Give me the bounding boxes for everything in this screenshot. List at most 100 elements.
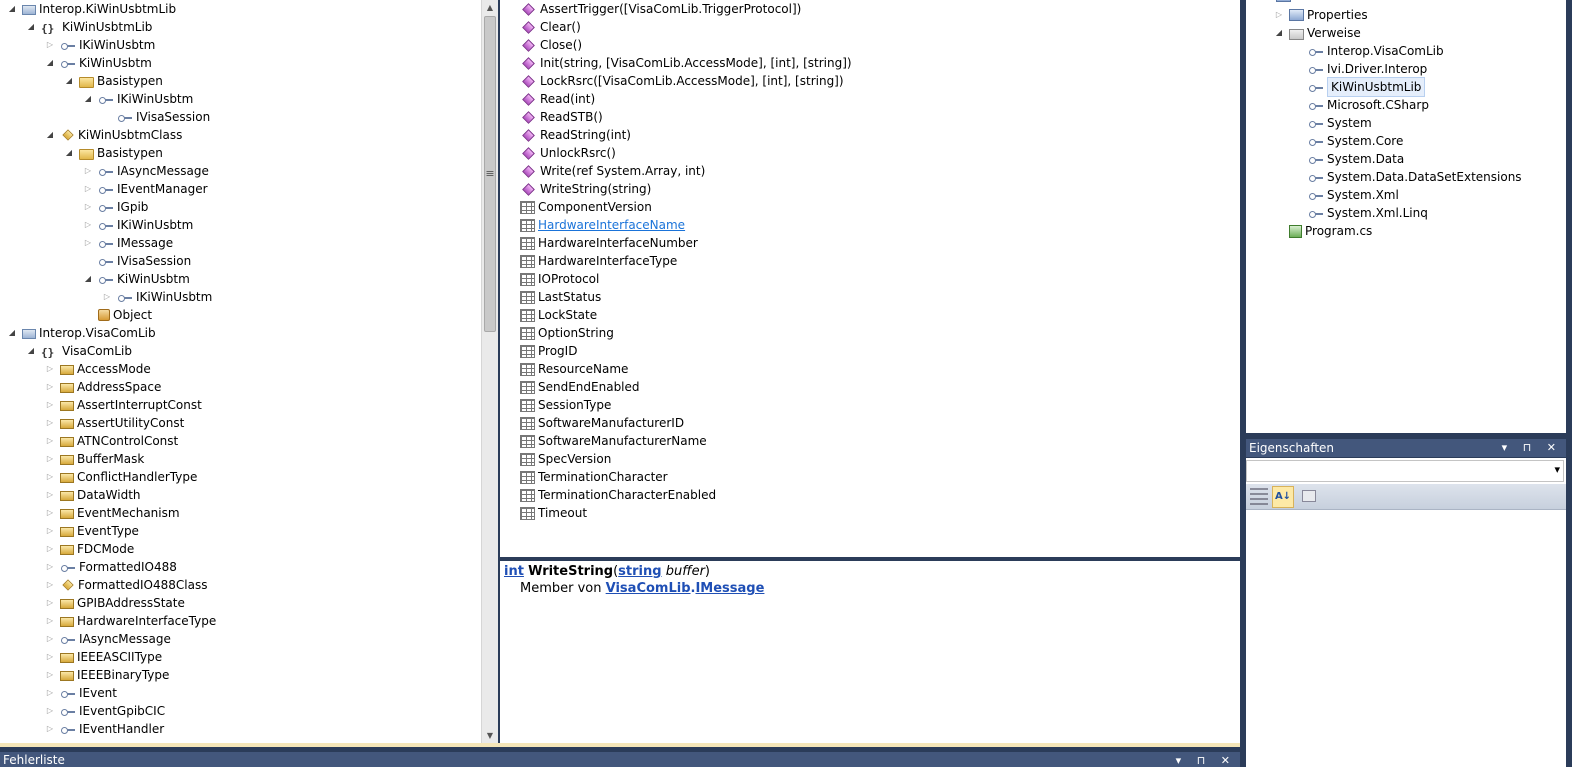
member-method-item[interactable]: ReadString(int) — [520, 126, 631, 144]
collapsed-arrow-icon[interactable]: ▷ — [44, 486, 56, 504]
collapsed-arrow-icon[interactable]: ▷ — [101, 288, 113, 306]
member-method-item[interactable]: WriteString(string) — [520, 180, 651, 198]
tree-item[interactable]: ▷ IKiWinUsbtm — [101, 288, 212, 306]
solution-tree-item[interactable]: System.Data — [1292, 150, 1404, 168]
collapsed-arrow-icon[interactable]: ▷ — [44, 702, 56, 720]
member-property-item[interactable]: TerminationCharacterEnabled — [520, 486, 716, 504]
collapsed-arrow-icon[interactable]: ▷ — [44, 36, 56, 54]
tree-item[interactable]: ▷ IAsyncMessage — [44, 630, 171, 648]
collapsed-arrow-icon[interactable]: ▷ — [44, 540, 56, 558]
member-method-item[interactable]: Close() — [520, 36, 582, 54]
tree-item[interactable]: ▷ DataWidth — [44, 486, 141, 504]
member-property-item[interactable]: SendEndEnabled — [520, 378, 640, 396]
expanded-arrow-icon[interactable]: ◢ — [82, 90, 94, 108]
tree-item[interactable]: ▷ GPIBAddressState — [44, 594, 185, 612]
expanded-arrow-icon[interactable]: ◢ — [63, 144, 75, 162]
member-property-item[interactable]: OptionString — [520, 324, 614, 342]
tree-item[interactable]: ▷ AssertInterruptConst — [44, 396, 202, 414]
expanded-arrow-icon[interactable]: ◢ — [63, 72, 75, 90]
tree-item[interactable]: ▷ IEEEBinaryType — [44, 666, 170, 684]
solution-tree-item[interactable]: System.Core — [1292, 132, 1403, 150]
tree-item[interactable]: ▷ ATNControlConst — [44, 432, 178, 450]
member-method-item[interactable]: ReadSTB() — [520, 108, 603, 126]
error-list-window-buttons[interactable]: ▾ ⊓ ✕ — [1176, 752, 1236, 767]
member-property-item[interactable]: Timeout — [520, 504, 587, 522]
property-pages-icon[interactable] — [1302, 490, 1316, 502]
member-property-item[interactable]: SpecVersion — [520, 450, 611, 468]
solution-tree-item[interactable]: Interop.VisaComLib — [1292, 42, 1444, 60]
tree-item[interactable]: ▷ IEvent — [44, 684, 117, 702]
member-property-item[interactable]: SoftwareManufacturerName — [520, 432, 707, 450]
object-browser-tree-scrollbar[interactable]: ▲ ≡ ▼ — [481, 0, 498, 745]
expanded-arrow-icon[interactable]: ◢ — [25, 342, 37, 360]
solution-tree-item[interactable]: System.Xml.Linq — [1292, 204, 1428, 222]
tree-item[interactable]: ▷ IEEEASCIIType — [44, 648, 162, 666]
collapsed-arrow-icon[interactable]: ▷ — [44, 612, 56, 630]
tree-item[interactable]: ▷ BufferMask — [44, 450, 144, 468]
properties-window-buttons[interactable]: ▾ ⊓ ✕ — [1502, 439, 1562, 457]
collapsed-arrow-icon[interactable]: ▷ — [44, 720, 56, 738]
member-property-item[interactable]: HardwareInterfaceType — [520, 252, 677, 270]
tree-item[interactable]: ◢ KiWinUsbtm — [82, 270, 190, 288]
tree-item[interactable]: ◢ {} KiWinUsbtmLib — [25, 18, 153, 36]
return-type-link[interactable]: int — [504, 564, 524, 579]
collapsed-arrow-icon[interactable]: ▷ — [44, 504, 56, 522]
collapsed-arrow-icon[interactable]: ▷ — [44, 414, 56, 432]
solution-tree-item[interactable]: System — [1292, 114, 1372, 132]
tree-item[interactable]: ▷ EventType — [44, 522, 139, 540]
tree-item[interactable]: ▷ IEventGpibCIC — [44, 702, 165, 720]
member-property-item[interactable]: HardwareInterfaceNumber — [520, 234, 698, 252]
solution-tree-item[interactable]: KiWinUsbtmLib — [1292, 77, 1426, 97]
collapsed-arrow-icon[interactable]: ▷ — [44, 360, 56, 378]
solution-tree-item[interactable]: ▷ Properties — [1273, 6, 1368, 24]
tree-item[interactable]: ▷ ConflictHandlerType — [44, 468, 197, 486]
collapsed-arrow-icon[interactable]: ▷ — [82, 180, 94, 198]
tree-item[interactable]: ◢ IKiWinUsbtm — [82, 90, 193, 108]
collapsed-arrow-icon[interactable]: ▷ — [82, 198, 94, 216]
tree-item[interactable]: ▷ IMessage — [82, 234, 173, 252]
expanded-arrow-icon[interactable]: ◢ — [44, 126, 56, 144]
tree-item[interactable]: ◢ Basistypen — [63, 144, 163, 162]
member-property-item[interactable]: TerminationCharacter — [520, 468, 668, 486]
param-type-link[interactable]: string — [618, 564, 661, 579]
solution-tree-item[interactable]: System.Data.DataSetExtensions — [1292, 168, 1522, 186]
scroll-up-arrow-icon[interactable]: ▲ — [482, 0, 498, 16]
collapsed-arrow-icon[interactable]: ▷ — [44, 450, 56, 468]
tree-item[interactable]: ▷ AccessMode — [44, 360, 151, 378]
tree-item[interactable]: ◢ KiWinUsbtm — [44, 54, 152, 72]
member-of-type-link[interactable]: IMessage — [695, 581, 764, 596]
tree-item[interactable]: ▷ IKiWinUsbtm — [44, 36, 155, 54]
expanded-arrow-icon[interactable]: ◢ — [6, 324, 18, 342]
member-property-item[interactable]: ProgID — [520, 342, 577, 360]
collapsed-arrow-icon[interactable]: ▷ — [1273, 6, 1285, 24]
member-property-item[interactable]: SoftwareManufacturerID — [520, 414, 684, 432]
tree-item[interactable]: ▷ AssertUtilityConst — [44, 414, 184, 432]
collapsed-arrow-icon[interactable]: ▷ — [44, 648, 56, 666]
member-method-item[interactable]: Write(ref System.Array, int) — [520, 162, 705, 180]
collapsed-arrow-icon[interactable]: ▷ — [44, 594, 56, 612]
member-property-item[interactable]: SessionType — [520, 396, 611, 414]
properties-object-selector[interactable]: ▾ — [1246, 460, 1564, 482]
member-method-item[interactable]: UnlockRsrc() — [520, 144, 616, 162]
collapsed-arrow-icon[interactable]: ▷ — [44, 432, 56, 450]
collapsed-arrow-icon[interactable]: ▷ — [82, 234, 94, 252]
member-property-item[interactable]: HardwareInterfaceName — [520, 216, 685, 234]
tree-item[interactable]: ▷ IKiWinUsbtm — [82, 216, 193, 234]
member-method-item[interactable]: Clear() — [520, 18, 581, 36]
collapsed-arrow-icon[interactable]: ▷ — [82, 162, 94, 180]
tree-item[interactable]: IVisaSession — [82, 252, 191, 270]
expanded-arrow-icon[interactable]: ◢ — [82, 270, 94, 288]
member-of-namespace-link[interactable]: VisaComLib — [606, 581, 691, 596]
member-property-item[interactable]: LastStatus — [520, 288, 601, 306]
member-method-item[interactable]: Init(string, [VisaComLib.AccessMode], [i… — [520, 54, 852, 72]
member-method-item[interactable]: AssertTrigger([VisaComLib.TriggerProtoco… — [520, 0, 801, 18]
collapsed-arrow-icon[interactable]: ▷ — [82, 216, 94, 234]
expanded-arrow-icon[interactable]: ◢ — [1273, 24, 1285, 42]
tree-item[interactable]: ◢ {} VisaComLib — [25, 342, 132, 360]
collapsed-arrow-icon[interactable]: ▷ — [44, 378, 56, 396]
solution-tree-item[interactable]: ◢ Verweise — [1273, 24, 1361, 42]
solution-project-node[interactable] — [1276, 0, 1396, 2]
collapsed-arrow-icon[interactable]: ▷ — [44, 558, 56, 576]
tree-item[interactable]: ◢ Basistypen — [63, 72, 163, 90]
collapsed-arrow-icon[interactable]: ▷ — [44, 522, 56, 540]
